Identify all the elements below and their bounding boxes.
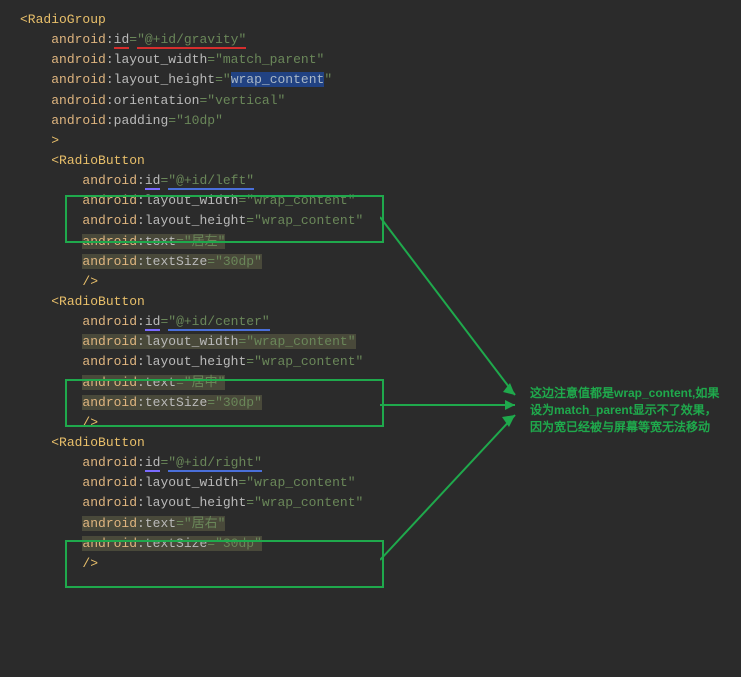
code-line: <RadioButton	[20, 151, 731, 171]
tag-radiogroup: <RadioGroup	[20, 12, 106, 27]
code-line: <RadioButton	[20, 433, 731, 453]
code-line: android:textSize="30dp"	[20, 534, 731, 554]
code-line: />	[20, 554, 731, 574]
code-line: android:text="居左"	[20, 232, 731, 252]
code-line: >	[20, 131, 731, 151]
annotation-text: 这边注意值都是wrap_content,如果 设为match_parent显示不…	[530, 385, 741, 435]
code-line: <RadioGroup	[20, 10, 731, 30]
code-line: android:id="@+id/left"	[20, 171, 731, 191]
code-line: android:layout_width="wrap_content"	[20, 191, 731, 211]
code-line: android:id="@+id/right"	[20, 453, 731, 473]
code-line: android:id="@+id/center"	[20, 312, 731, 332]
selected-text[interactable]: wrap_content	[231, 72, 325, 87]
code-line: android:orientation="vertical"	[20, 91, 731, 111]
code-line: android:layout_width="match_parent"	[20, 50, 731, 70]
code-line: android:text="居右"	[20, 514, 731, 534]
code-line: android:layout_height="wrap_content"	[20, 70, 731, 90]
code-line: android:textSize="30dp"	[20, 252, 731, 272]
code-line: android:id="@+id/gravity"	[20, 30, 731, 50]
code-line: android:padding="10dp"	[20, 111, 731, 131]
code-editor[interactable]: <RadioGroup android:id="@+id/gravity" an…	[0, 0, 741, 584]
code-line: android:layout_height="wrap_content"	[20, 352, 731, 372]
code-line: android:layout_width="wrap_content"	[20, 332, 731, 352]
code-line: />	[20, 272, 731, 292]
code-line: android:layout_height="wrap_content"	[20, 211, 731, 231]
code-line: android:layout_height="wrap_content"	[20, 493, 731, 513]
tag-radiobutton: <RadioButton	[51, 153, 145, 168]
code-line: android:layout_width="wrap_content"	[20, 473, 731, 493]
code-line: <RadioButton	[20, 292, 731, 312]
